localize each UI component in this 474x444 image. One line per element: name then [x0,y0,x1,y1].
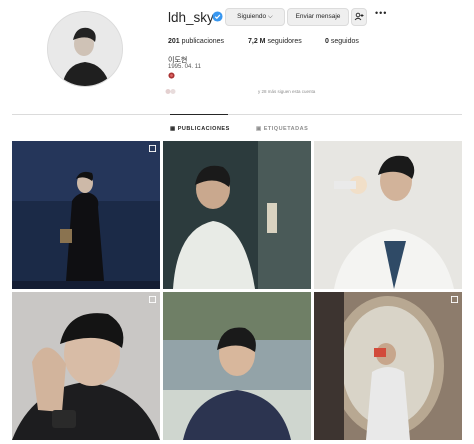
tab-posts[interactable]: ▦ PUBLICACIONES [170,126,230,132]
tab-posts-label: PUBLICACIONES [177,126,230,132]
posts-label: publicaciones [181,38,225,45]
active-tab-indicator [170,114,228,115]
multiple-photos-icon [451,296,458,303]
posts-count: 201 [168,38,180,45]
post-photo [12,292,160,440]
bio-emoji-icon [168,72,175,79]
post-thumbnail-4[interactable] [12,292,160,440]
posts-stat: 201 publicaciones [168,38,224,45]
post-photo [12,141,160,289]
verified-badge-icon [212,11,223,22]
tabs-divider [12,114,462,115]
more-options-icon[interactable]: ••• [375,8,387,18]
post-photo [163,141,311,289]
tag-icon: ▣ [256,126,264,132]
add-user-icon [354,12,364,21]
tab-tagged[interactable]: ▣ ETIQUETADAS [256,126,308,132]
post-thumbnail-3[interactable] [314,141,462,289]
profile-avatar[interactable] [47,11,123,87]
post-thumbnail-1[interactable] [12,141,160,289]
tab-tagged-label: ETIQUETADAS [263,126,309,132]
followers-stat[interactable]: 7,2 M seguidores [248,38,302,45]
post-photo [314,141,462,289]
followers-count: 7,2 M [248,38,266,45]
multiple-photos-icon [149,296,156,303]
grid-icon: ▦ [170,126,178,132]
following-button[interactable]: Siguiendo ⌵ [225,8,285,26]
post-thumbnail-5[interactable] [163,292,311,440]
post-thumbnail-6[interactable] [314,292,462,440]
following-count: 0 [325,38,329,45]
profile-username: ldh_sky [168,10,214,25]
multiple-photos-icon [149,145,156,152]
following-stat[interactable]: 0 seguidos [325,38,359,45]
followers-label: seguidores [267,38,302,45]
post-thumbnail-2[interactable] [163,141,311,289]
followed-by-note[interactable]: y 28 más siguen esta cuenta [258,89,315,94]
send-message-button[interactable]: Enviar mensaje [287,8,349,26]
post-photo [163,292,311,440]
suggested-users-button[interactable] [351,8,367,26]
following-label: seguidos [330,38,359,45]
profile-bio-date: 1995. 04. 11 [168,64,201,70]
avatar-photo [48,12,122,86]
post-photo [314,292,462,440]
followed-by-avatars [165,89,176,94]
